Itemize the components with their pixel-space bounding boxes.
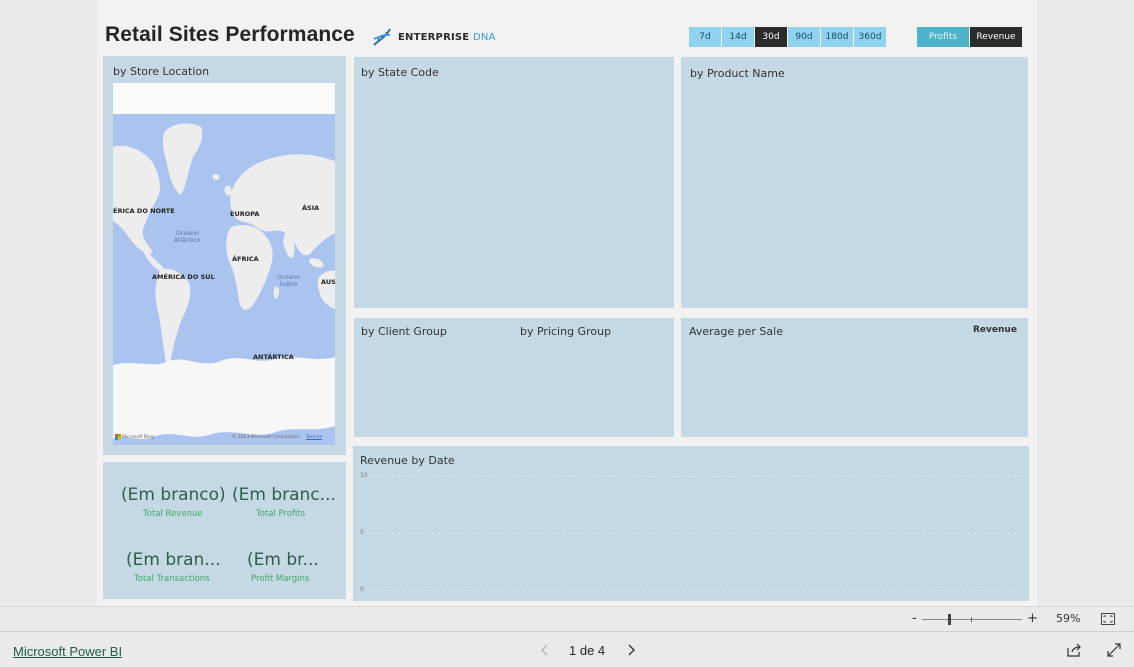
label-australia: AUS: [321, 278, 335, 286]
kpi-label-total-transactions: Total Transactions: [134, 574, 210, 584]
store-location-map-visual[interactable]: by Store Location ÉRICA DO NORTE EUROPA …: [103, 56, 346, 455]
period-90d-button[interactable]: 90d: [788, 27, 820, 47]
label-atlantic-ocean: Oceano Atlântico: [174, 230, 201, 244]
kpi-value-total-revenue: (Em branco): [121, 485, 226, 505]
period-180d-button[interactable]: 180d: [821, 27, 853, 47]
grid-line: [367, 476, 1021, 477]
world-map[interactable]: ÉRICA DO NORTE EUROPA ÁSIA Oceano Atlânt…: [113, 83, 335, 445]
y-tick-label: 5: [360, 529, 364, 536]
average-per-sale-visual[interactable]: Average per Sale Revenue: [681, 318, 1028, 437]
label-africa: ÁFRICA: [232, 255, 259, 263]
enterprise-dna-logo: ENTERPRISE DNA: [371, 26, 496, 48]
period-7d-button[interactable]: 7d: [689, 27, 721, 47]
measure-label: Revenue: [973, 325, 1017, 335]
period-360d-button[interactable]: 360d: [854, 27, 886, 47]
previous-page-button[interactable]: [537, 641, 553, 659]
visual-title: by State Code: [361, 66, 439, 79]
dna-icon: [373, 28, 391, 46]
kpi-label-total-revenue: Total Revenue: [143, 509, 203, 519]
share-icon[interactable]: [1066, 642, 1082, 658]
label-antarctica: ANTÁRTICA: [253, 353, 294, 361]
map-credit-right: © 2023 Microsoft Corporation: [232, 435, 300, 440]
zoom-slider-midpoint: [971, 617, 972, 622]
power-bi-link[interactable]: Microsoft Power BI: [13, 644, 122, 659]
client-pricing-group-visual[interactable]: by Client Group by Pricing Group: [354, 318, 674, 437]
report-canvas: Retail Sites Performance ENTERPRISE DNA …: [97, 0, 1037, 606]
map-terms-link[interactable]: Termos: [306, 435, 322, 440]
zoom-slider-thumb[interactable]: [948, 614, 951, 625]
logo-text: ENTERPRISE DNA: [398, 31, 496, 43]
chevron-right-icon: [628, 644, 635, 656]
kpi-cards-visual[interactable]: (Em branco) Total Revenue (Em branc... T…: [103, 462, 346, 599]
visual-title: Average per Sale: [689, 325, 783, 338]
kpi-value-profit-margins: (Em br...: [247, 550, 319, 570]
microsoft-logo-icon: [115, 434, 121, 440]
profits-button[interactable]: Profits: [917, 27, 969, 47]
next-page-button[interactable]: [623, 641, 639, 659]
label-europe: EUROPA: [230, 210, 260, 218]
kpi-value-total-transactions: (Em bran...: [126, 550, 221, 570]
fullscreen-icon[interactable]: [1106, 642, 1122, 658]
pricing-group-title: by Pricing Group: [520, 325, 612, 338]
label-indian-ocean: Oceano Índico: [277, 274, 300, 288]
label-south-america: AMÉRICA DO SUL: [152, 273, 215, 281]
y-tick-label: 0: [360, 586, 364, 593]
chart-title: Revenue by Date: [360, 454, 455, 467]
label-asia: ÁSIA: [302, 204, 320, 212]
state-code-visual[interactable]: by State Code: [354, 57, 674, 308]
client-group-title: by Client Group: [361, 325, 447, 338]
visual-title: by Product Name: [690, 67, 785, 80]
zoom-in-button[interactable]: +: [1027, 611, 1038, 626]
period-slicer: 7d 14d 30d 90d 180d 360d: [689, 27, 886, 47]
zoom-percent: 59%: [1056, 612, 1081, 625]
product-name-visual[interactable]: by Product Name: [681, 57, 1028, 308]
zoom-bar: - + 59%: [0, 606, 1134, 631]
zoom-slider-track[interactable]: [922, 619, 1022, 620]
visual-title: by Store Location: [113, 65, 210, 78]
period-30d-button[interactable]: 30d: [755, 27, 787, 47]
chevron-left-icon: [541, 644, 548, 656]
grid-line: [367, 590, 1021, 591]
metric-slicer: Profits Revenue: [917, 27, 1022, 47]
fit-to-page-icon[interactable]: [1101, 613, 1115, 625]
grid-line: [367, 533, 1021, 534]
revenue-button[interactable]: Revenue: [970, 27, 1022, 47]
kpi-label-total-profits: Total Profits: [256, 509, 306, 519]
period-14d-button[interactable]: 14d: [722, 27, 754, 47]
zoom-out-button[interactable]: -: [912, 611, 917, 626]
page-indicator: 1 de 4: [569, 643, 606, 658]
report-title: Retail Sites Performance: [105, 23, 355, 46]
map-credit-left: Microsoft Bing: [122, 435, 154, 440]
footer: Microsoft Power BI 1 de 4: [0, 631, 1134, 667]
label-north-america: ÉRICA DO NORTE: [113, 207, 175, 215]
kpi-value-total-profits: (Em branc...: [232, 485, 336, 505]
kpi-label-profit-margins: Profit Margins: [251, 574, 310, 584]
revenue-by-date-chart[interactable]: Revenue by Date 0 5 10: [353, 446, 1029, 601]
map-canvas: [113, 114, 335, 445]
